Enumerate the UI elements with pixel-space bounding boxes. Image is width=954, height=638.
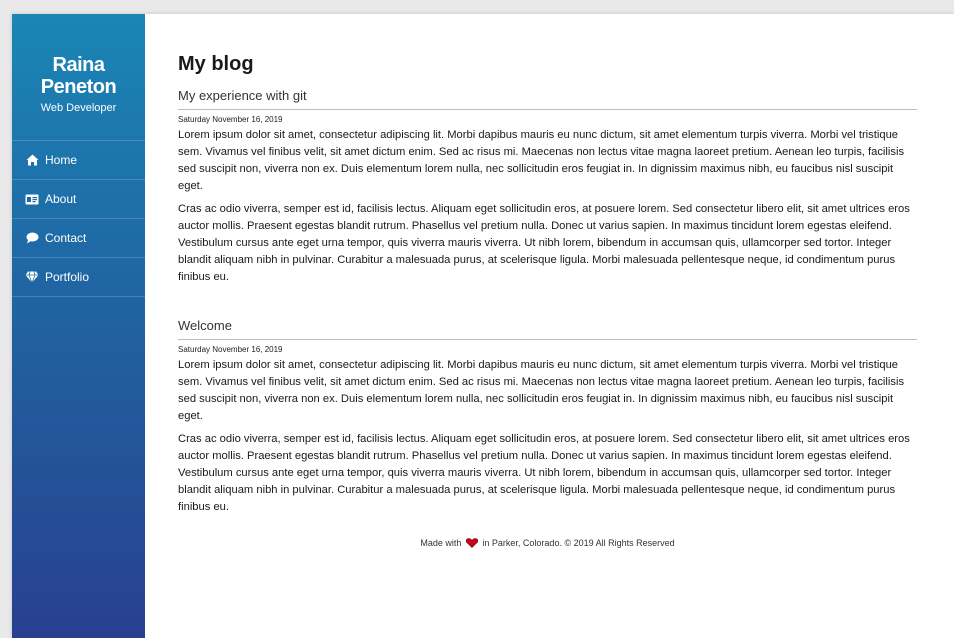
sidebar-item-portfolio[interactable]: Portfolio (12, 258, 145, 297)
blog-post: Welcome Saturday November 16, 2019 Lorem… (178, 318, 917, 516)
blog-post: My experience with git Saturday November… (178, 88, 917, 286)
brand: Raina Peneton Web Developer (12, 14, 145, 114)
post-paragraph: Lorem ipsum dolor sit amet, consectetur … (178, 359, 905, 422)
sidebar-item-label: Portfolio (45, 270, 90, 284)
page-title: My blog (178, 53, 254, 75)
sidebar-item-label: Contact (45, 231, 87, 245)
post-date: Saturday November 16, 2019 (178, 345, 283, 354)
sidebar-item-contact[interactable]: Contact (12, 219, 145, 258)
id-card-icon (25, 192, 39, 206)
sidebar-item-label: About (45, 192, 77, 206)
sidebar-nav: Home About Contact Portfolio (12, 140, 145, 297)
post-title[interactable]: My experience with git (178, 88, 917, 110)
main-content: My blog My experience with git Saturday … (178, 14, 917, 550)
sidebar-item-about[interactable]: About (12, 180, 145, 219)
post-paragraph: Cras ac odio viverra, semper est id, fac… (178, 203, 910, 283)
footer-suffix: in Parker, Colorado. © 2019 All Rights R… (482, 538, 675, 548)
page-frame: Raina Peneton Web Developer Home About C… (12, 14, 954, 638)
footer: Made with in Parker, Colorado. © 2019 Al… (178, 538, 917, 550)
chat-bubble-icon (25, 231, 39, 245)
post-paragraph: Lorem ipsum dolor sit amet, consectetur … (178, 129, 905, 192)
home-icon (25, 153, 39, 167)
brand-name-last[interactable]: Peneton (12, 76, 145, 98)
sidebar-item-label: Home (45, 153, 78, 167)
brand-name-first[interactable]: Raina (12, 54, 145, 76)
post-title[interactable]: Welcome (178, 318, 917, 340)
footer-prefix: Made with (420, 538, 462, 548)
brand-role: Web Developer (40, 102, 117, 114)
sidebar: Raina Peneton Web Developer Home About C… (12, 14, 145, 638)
heart-icon (465, 538, 478, 550)
post-paragraph: Cras ac odio viverra, semper est id, fac… (178, 433, 910, 513)
diamond-icon (25, 270, 39, 284)
post-date: Saturday November 16, 2019 (178, 115, 283, 124)
sidebar-item-home[interactable]: Home (12, 141, 145, 180)
